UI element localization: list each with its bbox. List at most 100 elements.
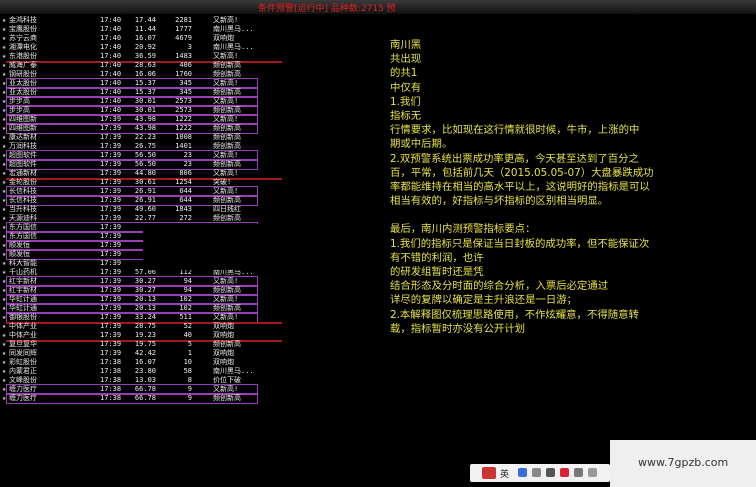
table-row[interactable]: ★ 宝鹰股份 17:40 11.44 1777 南川黑马... [0,25,282,33]
cell-status: 频创新高 [213,142,241,150]
table-row[interactable]: ★ 当升科技 17:39 49.60 1843 四日线红 [0,205,282,213]
tray-user-icon[interactable] [574,468,583,477]
cell-volume: 94 [183,277,192,285]
cell-status: 又新高! [213,16,239,24]
notes-line: 期或中后期。 [390,138,453,151]
table-row[interactable]: ★ 威海广泰 17:40 28.63 406 频创新高 [0,61,282,69]
row-marker-icon: ★ [2,385,7,393]
table-row[interactable]: ★ 御银股份 17:39 33.24 511 又新高! [0,312,282,323]
cell-price: 16.06 [134,70,156,78]
notes-line: 详尽的复牌以确定是主升浪还是一日游； [390,294,578,307]
notes-line: 行情要求，比如现在这行情就很时候，牛市，上涨的中 [390,124,640,137]
table-row[interactable]: ★ 四维图新 17:39 43.98 1222 又新高! [0,114,282,125]
table-row[interactable]: ★ 亚太股份 17:40 15.37 345 又新高! [0,78,282,89]
cell-price: 22.77 [134,214,156,222]
ime-s-icon[interactable] [482,467,496,479]
cell-price: 16.07 [134,34,156,42]
table-row[interactable]: ★ 红宇新材 17:39 30.27 94 频创新高 [0,285,282,296]
row-marker-icon: ★ [2,34,7,42]
cell-status: 又新高! [213,151,239,159]
cell-time: 17:40 [100,88,122,96]
table-row[interactable]: ★ 超图软件 17:39 56.50 23 频创新高 [0,159,282,170]
cell-price: 56.50 [134,151,156,159]
cell-volume: 102 [179,304,192,312]
table-row[interactable]: ★ 宏通新材 17:39 44.80 806 又新高! [0,169,282,177]
taskbar[interactable]: 英 [470,464,610,482]
table-row[interactable]: ★ 长信科技 17:39 26.91 644 又新高! [0,186,282,197]
table-row[interactable]: ★ 康达新材 17:39 22.23 1008 频创新高 [0,133,282,141]
cell-time: 17:39 [100,214,122,222]
cell-name: 内蒙君正 [9,367,37,375]
row-marker-icon: ★ [2,322,7,330]
notes-line: 1.我们 [390,95,421,108]
cell-time: 17:39 [100,295,122,303]
ime-language-label[interactable]: 英 [500,467,509,480]
notes-line: 结合形态及分时面的综合分析，入票后必定通过 [390,280,609,293]
cell-volume: 1843 [175,205,192,213]
table-row[interactable]: ★ 苏宁云商 17:40 16.07 4679 双响炮 [0,34,282,42]
cell-status: 频创新高 [213,286,241,294]
table-row[interactable]: ★ 缠力医疗 17:38 66.78 9 频创新高 [0,393,282,404]
tray-mic-icon[interactable] [560,468,569,477]
table-row[interactable]: ★ 金鸿科技 17:40 17.44 2281 又新高! [0,16,282,24]
table-row[interactable]: ★ 长信科技 17:39 26.91 644 频创新高 [0,195,282,206]
row-marker-icon: ★ [2,106,7,114]
table-row[interactable]: ★ 万润科技 17:39 26.75 1401 频创新高 [0,142,282,150]
notes-line: 1.我们的指标只是保证当日封板的成功率，但不能保证次 [390,237,650,250]
table-row[interactable]: ★ 内蒙君正 17:38 23.80 58 南川黑马... [0,367,282,375]
table-row[interactable]: ★ 华虹计通 17:39 20.13 102 又新高! [0,294,282,305]
cell-time: 17:40 [100,97,122,105]
cell-time: 17:39 [100,268,122,276]
cell-price: 30.27 [134,286,156,294]
table-row[interactable]: ★ 复旦复华 17:39 19.75 5 频创新高 [0,340,282,348]
cell-time: 17:40 [100,43,122,51]
window-titlebar[interactable]: 条件预警[运行中] 品种数:2715 预 [0,0,756,14]
cell-volume: 1483 [175,52,192,60]
watermark-text: www.7gpzb.com [638,456,729,469]
table-row[interactable]: ★ 华虹计通 17:39 20.13 102 频创新高 [0,303,282,314]
cell-price: 30.01 [134,97,156,105]
table-row[interactable]: ★ 中体产业 17:39 19.23 40 双响炮 [0,331,282,339]
table-row[interactable]: ★ 金轮股份 17:39 30.61 1254 突破! [0,178,282,186]
table-row[interactable]: ★ 四维图新 17:39 43.98 1222 频创新高 [0,123,282,134]
notes-line: 相当有效的，好指标与坏指标的区别相当明显。 [390,195,609,208]
table-row[interactable]: ★ 东港股份 17:40 36.59 1483 又新高! [0,52,282,60]
table-row[interactable]: ★ 湘潭电化 17:40 20.92 3 南川黑马... [0,43,282,51]
table-row[interactable]: ★ 步步高 17:40 30.01 2573 又新高! [0,96,282,107]
table-row[interactable]: ★ 同发同辉 17:39 42.42 1 双响炮 [0,349,282,357]
table-row[interactable]: ★ 缠力医疗 17:38 66.78 9 又新高! [0,384,282,395]
tray-dot-icon[interactable] [532,468,541,477]
cell-time: 17:38 [100,394,122,402]
row-marker-icon: ★ [2,151,7,159]
table-row[interactable]: ★ 天源迪科 17:39 22.77 272 频创新高 [0,214,282,222]
cell-name: 千山药机 [9,268,37,276]
table-row[interactable]: ★ 钢研股份 17:40 16.06 1760 频创新高 [0,70,282,78]
tray-settings-icon[interactable] [588,468,597,477]
table-row[interactable]: ★ 亚太股份 17:40 15.37 345 频创新高 [0,87,282,98]
cell-volume: 1254 [175,178,192,186]
table-row[interactable]: ★ 彩虹股份 17:38 16.07 10 双响炮 [0,358,282,366]
cell-price: 28.75 [134,322,156,330]
row-marker-icon: ★ [2,304,7,312]
cell-volume: 40 [183,331,192,339]
row-marker-icon: ★ [2,205,7,213]
row-marker-icon: ★ [2,358,7,366]
table-row[interactable]: ★ 红宇新材 17:39 30.27 94 又新高! [0,276,282,287]
table-row[interactable]: ★ 步步高 17:40 30.01 2573 频创新高 [0,105,282,116]
cell-volume: 2281 [175,16,192,24]
row-marker-icon: ★ [2,394,7,402]
cell-name: 康达新材 [9,133,37,141]
tray-moon-icon[interactable] [518,468,527,477]
row-marker-icon: ★ [2,16,7,24]
cell-price: 26.75 [134,142,156,150]
table-row[interactable]: ★ 中体产业 17:39 28.75 52 双响炮 [0,322,282,330]
table-row[interactable]: ★ 超图软件 17:39 56.50 23 又新高! [0,150,282,161]
alert-table[interactable]: ★ 金鸿科技 17:40 17.44 2281 又新高! ★ 宝鹰股份 17:40 11.44 17… [0,14,282,406]
cell-price: 26.91 [134,187,156,195]
tray-keyboard-icon[interactable] [546,468,555,477]
cell-name: 超图软件 [9,160,37,168]
table-row[interactable]: ★ 文峰股份 17:38 13.03 8 价位下破 [0,376,282,384]
row-marker-icon: ★ [2,43,7,51]
cell-name: 威海广泰 [9,61,37,69]
cell-status: 南川黑马... [213,367,254,375]
